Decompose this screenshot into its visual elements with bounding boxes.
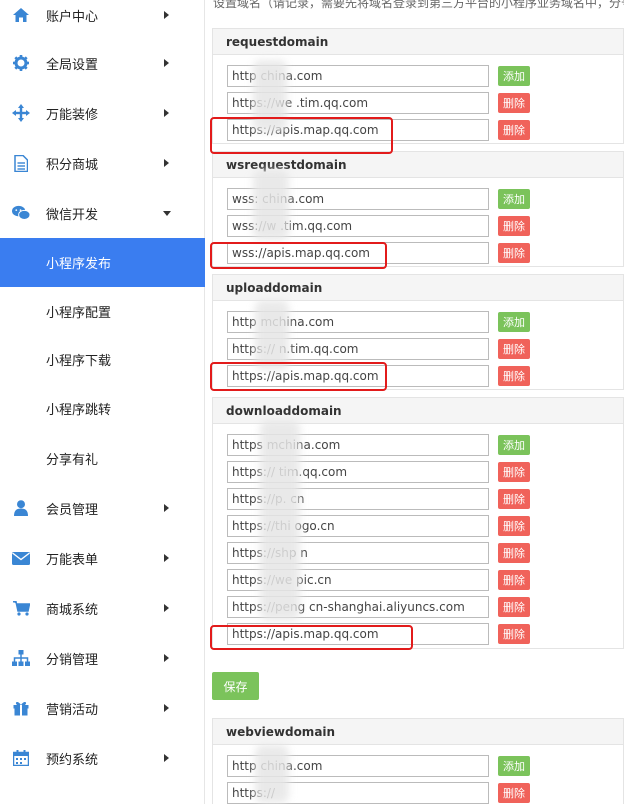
add-button[interactable]: 添加	[498, 66, 530, 86]
sidebar-item-distribution[interactable]: 分销管理	[0, 633, 205, 683]
highlight-box	[210, 625, 413, 650]
sidebar-item-label: 营销活动	[46, 702, 99, 718]
delete-button[interactable]: 删除	[498, 597, 530, 617]
highlight-box	[210, 117, 393, 154]
chevron-right-icon	[164, 654, 169, 662]
chevron-right-icon	[164, 11, 169, 19]
delete-button[interactable]: 删除	[498, 783, 530, 803]
delete-button[interactable]: 删除	[498, 339, 530, 359]
sidebar-subitem-label: 小程序下载	[46, 354, 112, 369]
redaction-blur	[260, 420, 300, 620]
save-button[interactable]: 保存	[212, 672, 259, 700]
chevron-right-icon	[164, 754, 169, 762]
sidebar-item-account-center[interactable]: 账户中心	[0, 0, 205, 40]
sidebar-item-member-management[interactable]: 会员管理	[0, 483, 205, 533]
delete-button[interactable]: 删除	[498, 543, 530, 563]
sidebar-item-label: 积分商城	[46, 157, 99, 173]
highlight-box	[210, 242, 387, 269]
sidebar-item-label: 微信开发	[46, 207, 99, 223]
chevron-right-icon	[164, 109, 169, 117]
sidebar-item-label: 万能表单	[46, 552, 99, 568]
chevron-down-icon	[163, 210, 171, 216]
chevron-right-icon	[164, 504, 169, 512]
add-button[interactable]: 添加	[498, 312, 530, 332]
redaction-blur	[253, 170, 289, 240]
panel-title: requestdomain	[213, 29, 623, 55]
add-button[interactable]: 添加	[498, 435, 530, 455]
user-icon	[12, 499, 30, 517]
sidebar-subitem-share-gift[interactable]: 分享有礼	[0, 434, 205, 483]
delete-button[interactable]: 删除	[498, 366, 530, 386]
sidebar-item-label: 账户中心	[46, 9, 99, 25]
delete-button[interactable]: 删除	[498, 243, 530, 263]
sidebar-item-booking[interactable]: 预约系统	[0, 733, 205, 783]
panel-title: webviewdomain	[213, 719, 623, 745]
gift-icon	[12, 699, 30, 717]
calendar-icon	[12, 749, 30, 767]
sidebar-subitem-label: 小程序配置	[46, 306, 112, 321]
domain-setting-note: 设置域名（请记录，需要先将域名登录到第三方平台的小程序业务域名中，分号	[213, 0, 624, 10]
sidebar-item-decoration[interactable]: 万能装修	[0, 88, 205, 138]
chevron-right-icon	[164, 59, 169, 67]
sidebar-item-label: 商城系统	[46, 602, 99, 618]
main-content: 设置域名（请记录，需要先将域名登录到第三方平台的小程序业务域名中，分号 requ…	[205, 0, 624, 804]
move-arrows-icon	[12, 104, 30, 122]
cart-icon	[12, 599, 30, 617]
add-button[interactable]: 添加	[498, 756, 530, 776]
redaction-blur	[255, 300, 289, 370]
sidebar-subitem-miniprogram-jump[interactable]: 小程序跳转	[0, 384, 205, 433]
sidebar-item-mall-system[interactable]: 商城系统	[0, 583, 205, 633]
delete-button[interactable]: 删除	[498, 516, 530, 536]
sidebar-subitem-miniprogram-publish[interactable]: 小程序发布	[0, 238, 205, 287]
gear-icon	[12, 54, 30, 72]
sidebar-item-global-settings[interactable]: 全局设置	[0, 38, 205, 88]
chevron-right-icon	[164, 554, 169, 562]
delete-button[interactable]: 删除	[498, 120, 530, 140]
sidebar-item-label: 全局设置	[46, 57, 99, 73]
sidebar-item-marketing[interactable]: 营销活动	[0, 683, 205, 733]
envelope-icon	[12, 549, 30, 567]
sidebar-item-label: 分销管理	[46, 652, 99, 668]
highlight-box	[210, 362, 387, 391]
chevron-right-icon	[164, 159, 169, 167]
delete-button[interactable]: 删除	[498, 570, 530, 590]
delete-button[interactable]: 删除	[498, 624, 530, 644]
sidebar-subitem-miniprogram-download[interactable]: 小程序下载	[0, 335, 205, 384]
panel-title: uploaddomain	[213, 275, 623, 301]
sidebar-item-label: 万能装修	[46, 107, 99, 123]
home-icon	[12, 6, 30, 24]
sidebar-subitem-label: 小程序发布	[46, 257, 112, 272]
delete-button[interactable]: 删除	[498, 462, 530, 482]
sidebar: 账户中心 全局设置 万能装修 积分商城 微信开发 小程序发布 小程序配置 小程序…	[0, 0, 205, 804]
wechat-icon	[12, 204, 30, 222]
delete-button[interactable]: 删除	[498, 216, 530, 236]
sidebar-item-forms[interactable]: 万能表单	[0, 533, 205, 583]
delete-button[interactable]: 删除	[498, 489, 530, 509]
sidebar-subitem-miniprogram-config[interactable]: 小程序配置	[0, 287, 205, 336]
sidebar-subitem-label: 分享有礼	[46, 453, 99, 468]
chevron-right-icon	[164, 604, 169, 612]
sitemap-icon	[12, 649, 30, 667]
document-icon	[12, 154, 30, 172]
sidebar-item-wechat-dev[interactable]: 微信开发	[0, 188, 205, 238]
sidebar-item-points-mall[interactable]: 积分商城	[0, 138, 205, 188]
sidebar-subitem-label: 小程序跳转	[46, 403, 112, 418]
redaction-blur	[255, 745, 289, 803]
sidebar-item-label: 会员管理	[46, 502, 99, 518]
delete-button[interactable]: 删除	[498, 93, 530, 113]
chevron-right-icon	[164, 704, 169, 712]
sidebar-item-label: 预约系统	[46, 752, 99, 768]
add-button[interactable]: 添加	[498, 189, 530, 209]
